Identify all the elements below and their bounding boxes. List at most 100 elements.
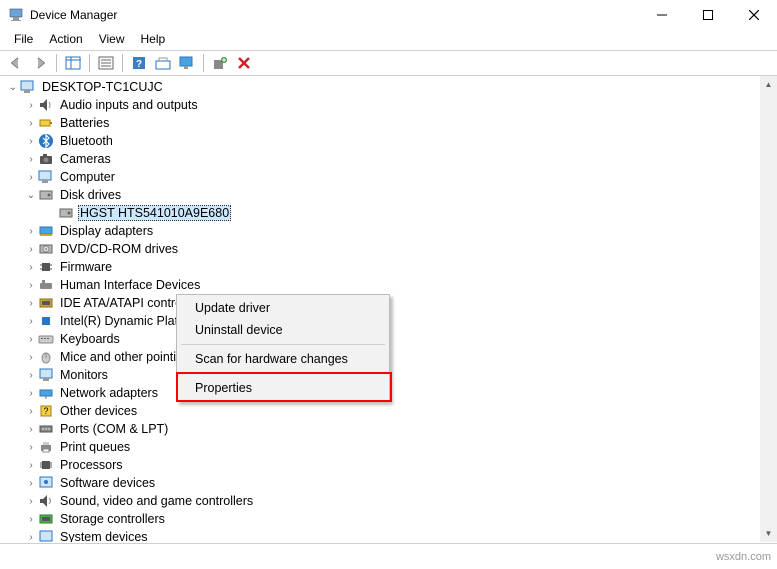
help-button[interactable]: ?: [127, 52, 151, 74]
network-icon: [38, 385, 54, 401]
category-label: Computer: [58, 170, 117, 184]
category-mice[interactable]: › Mice and other pointing devices: [4, 348, 777, 366]
menu-action[interactable]: Action: [41, 30, 90, 50]
category-sound[interactable]: › Sound, video and game controllers: [4, 492, 777, 510]
minimize-button[interactable]: [639, 0, 685, 30]
category-label: Bluetooth: [58, 134, 115, 148]
scan-button[interactable]: [151, 52, 175, 74]
expand-icon[interactable]: ›: [24, 154, 38, 165]
system-icon: [38, 529, 54, 542]
category-print-queues[interactable]: › Print queues: [4, 438, 777, 456]
expand-icon[interactable]: ›: [24, 496, 38, 507]
properties-button[interactable]: [94, 52, 118, 74]
category-label: Disk drives: [58, 188, 123, 202]
collapse-icon[interactable]: ⌄: [6, 82, 20, 93]
category-audio[interactable]: › Audio inputs and outputs: [4, 96, 777, 114]
expand-icon[interactable]: ›: [24, 442, 38, 453]
expand-icon[interactable]: ›: [24, 316, 38, 327]
device-disk0[interactable]: HGST HTS541010A9E680: [4, 204, 777, 222]
gpu-icon: [38, 223, 54, 239]
category-disk-drives[interactable]: ⌄ Disk drives: [4, 186, 777, 204]
category-other[interactable]: › ? Other devices: [4, 402, 777, 420]
device-tree[interactable]: ⌄ DESKTOP-TC1CUJC › Audio inputs and out…: [0, 76, 777, 542]
ide-icon: [38, 295, 54, 311]
category-storage[interactable]: › Storage controllers: [4, 510, 777, 528]
mouse-icon: [38, 349, 54, 365]
expand-icon[interactable]: ›: [24, 118, 38, 129]
scroll-down-icon[interactable]: ▼: [760, 525, 777, 542]
category-system[interactable]: › System devices: [4, 528, 777, 542]
category-batteries[interactable]: › Batteries: [4, 114, 777, 132]
category-processors[interactable]: › Processors: [4, 456, 777, 474]
expand-icon[interactable]: ›: [24, 280, 38, 291]
category-bluetooth[interactable]: › Bluetooth: [4, 132, 777, 150]
expand-icon[interactable]: ›: [24, 172, 38, 183]
show-hide-tree-button[interactable]: [61, 52, 85, 74]
port-icon: [38, 421, 54, 437]
expand-icon[interactable]: ›: [24, 298, 38, 309]
expand-icon[interactable]: ›: [24, 370, 38, 381]
menu-uninstall[interactable]: Uninstall device: [179, 319, 387, 341]
category-label: Cameras: [58, 152, 113, 166]
expand-icon[interactable]: ›: [24, 226, 38, 237]
expand-icon[interactable]: ›: [24, 334, 38, 345]
expand-icon[interactable]: ›: [24, 514, 38, 525]
expand-icon[interactable]: ›: [24, 460, 38, 471]
root-node[interactable]: ⌄ DESKTOP-TC1CUJC: [4, 78, 777, 96]
titlebar: Device Manager: [0, 0, 777, 30]
window-title: Device Manager: [30, 8, 639, 22]
category-network[interactable]: › Network adapters: [4, 384, 777, 402]
storage-icon: [38, 511, 54, 527]
expand-icon[interactable]: ›: [24, 406, 38, 417]
close-button[interactable]: [731, 0, 777, 30]
context-menu: Update driver Uninstall device Scan for …: [176, 294, 390, 402]
vertical-scrollbar[interactable]: ▲ ▼: [760, 76, 777, 542]
category-monitors[interactable]: › Monitors: [4, 366, 777, 384]
menu-help[interactable]: Help: [133, 30, 174, 50]
display-button[interactable]: [175, 52, 199, 74]
category-label: Keyboards: [58, 332, 122, 346]
expand-icon[interactable]: ›: [24, 388, 38, 399]
category-hid[interactable]: › Human Interface Devices: [4, 276, 777, 294]
expand-icon[interactable]: ›: [24, 352, 38, 363]
expand-icon[interactable]: ›: [24, 136, 38, 147]
category-keyboards[interactable]: › Keyboards: [4, 330, 777, 348]
remove-button[interactable]: [232, 52, 256, 74]
expand-icon[interactable]: ›: [24, 262, 38, 273]
svg-text:?: ?: [43, 406, 48, 416]
category-display-adapters[interactable]: › Display adapters: [4, 222, 777, 240]
category-intel-platform[interactable]: › Intel(R) Dynamic Platform and Thermal …: [4, 312, 777, 330]
collapse-icon[interactable]: ⌄: [24, 190, 38, 201]
svg-text:?: ?: [136, 59, 142, 70]
category-ide[interactable]: › IDE ATA/ATAPI controllers: [4, 294, 777, 312]
computer-icon: [20, 79, 36, 95]
category-software[interactable]: › Software devices: [4, 474, 777, 492]
maximize-button[interactable]: [685, 0, 731, 30]
menu-scan[interactable]: Scan for hardware changes: [179, 348, 387, 370]
menu-file[interactable]: File: [6, 30, 41, 50]
back-button[interactable]: [4, 52, 28, 74]
statusbar: [0, 543, 777, 547]
expand-icon[interactable]: ›: [24, 532, 38, 543]
category-label: Monitors: [58, 368, 110, 382]
scroll-up-icon[interactable]: ▲: [760, 76, 777, 93]
category-ports[interactable]: › Ports (COM & LPT): [4, 420, 777, 438]
expand-icon[interactable]: ›: [24, 424, 38, 435]
category-dvd[interactable]: › DVD/CD-ROM drives: [4, 240, 777, 258]
expand-icon[interactable]: ›: [24, 100, 38, 111]
menu-view[interactable]: View: [91, 30, 133, 50]
category-firmware[interactable]: › Firmware: [4, 258, 777, 276]
expand-icon[interactable]: ›: [24, 244, 38, 255]
category-label: DVD/CD-ROM drives: [58, 242, 180, 256]
expand-icon[interactable]: ›: [24, 478, 38, 489]
menu-properties[interactable]: Properties: [179, 377, 387, 399]
app-icon: [8, 7, 24, 23]
category-cameras[interactable]: › Cameras: [4, 150, 777, 168]
forward-button[interactable]: [28, 52, 52, 74]
menu-update-driver[interactable]: Update driver: [179, 297, 387, 319]
category-computer[interactable]: › Computer: [4, 168, 777, 186]
disk-icon: [38, 187, 54, 203]
chip-icon: [38, 313, 54, 329]
add-hardware-button[interactable]: [208, 52, 232, 74]
other-icon: ?: [38, 403, 54, 419]
